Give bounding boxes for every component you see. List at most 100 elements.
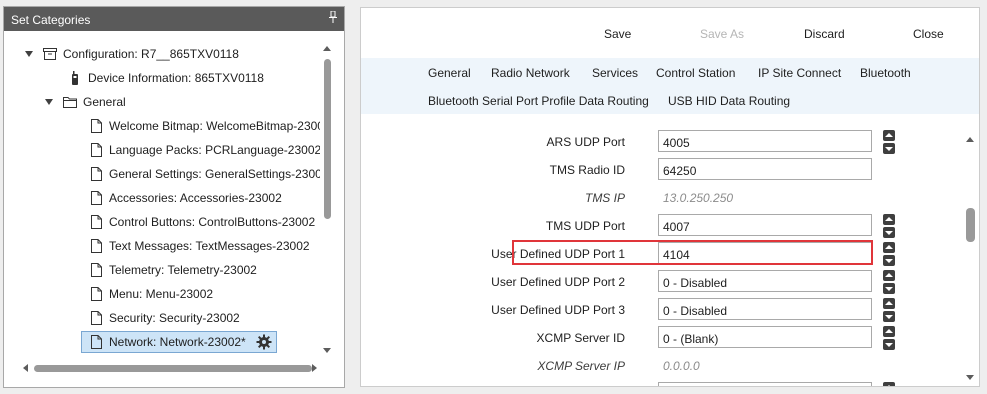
document-icon (91, 143, 102, 157)
tree-item-language-packs[interactable]: Language Packs: PCRLanguage-23002 (88, 139, 321, 161)
xcmp-server-id-spinner[interactable] (883, 326, 895, 350)
tree-item-label: Telemetry: Telemetry-23002 (109, 263, 257, 277)
scroll-down-arrow-icon[interactable] (966, 375, 974, 380)
document-icon (91, 335, 102, 349)
ars-udp-port-label: ARS UDP Port (546, 135, 625, 149)
scroll-left-arrow-icon[interactable] (23, 364, 28, 372)
tab-radio-network[interactable]: Radio Network (491, 66, 570, 80)
tms-radio-id-input[interactable] (658, 158, 872, 180)
document-icon (91, 311, 102, 325)
document-icon (91, 119, 102, 133)
tree-item-menu[interactable]: Menu: Menu-23002 (88, 283, 213, 305)
tree-item-label: General (83, 95, 126, 109)
tab-control-station[interactable]: Control Station (656, 66, 735, 80)
scroll-up-arrow-icon[interactable] (323, 46, 331, 51)
gear-icon[interactable] (256, 334, 272, 350)
user-defined-udp-port-3-input[interactable] (658, 298, 872, 320)
tree-vertical-scrollbar[interactable] (320, 41, 335, 359)
scroll-thumb[interactable] (324, 59, 331, 219)
discard-button[interactable]: Discard (804, 27, 845, 41)
scroll-down-arrow-icon[interactable] (323, 348, 331, 353)
tree-item-configuration[interactable]: Configuration: R7__865TXV0118 (24, 43, 239, 65)
user-defined-udp-port-2-label: User Defined UDP Port 2 (491, 275, 625, 289)
xcmp-server-ip-label: XCMP Server IP (537, 359, 625, 373)
expand-chevron-icon[interactable] (24, 49, 34, 59)
next-field-input-partial[interactable] (658, 382, 872, 386)
tree-item-label: Accessories: Accessories-23002 (109, 191, 282, 205)
tab-usb-hid-data-routing[interactable]: USB HID Data Routing (668, 94, 790, 108)
tree-item-network[interactable]: Network: Network-23002* (81, 331, 277, 353)
spin-down-icon[interactable] (883, 339, 895, 350)
spin-up-icon[interactable] (883, 242, 895, 253)
ars-udp-port-input[interactable] (658, 130, 872, 152)
tree-item-label: Control Buttons: ControlButtons-23002 (109, 215, 316, 229)
tms-ip-label: TMS IP (584, 191, 625, 205)
tree-item-text-messages[interactable]: Text Messages: TextMessages-23002 (88, 235, 310, 257)
close-button[interactable]: Close (913, 27, 944, 41)
spin-up-icon[interactable] (883, 130, 895, 141)
tree-item-security[interactable]: Security: Security-23002 (88, 307, 240, 329)
tree-item-telemetry[interactable]: Telemetry: Telemetry-23002 (88, 259, 257, 281)
save-as-button[interactable]: Save As (700, 27, 744, 41)
scroll-right-arrow-icon[interactable] (312, 364, 317, 372)
spin-down-icon[interactable] (883, 311, 895, 322)
toolbar: Save Save As Discard Close (361, 8, 979, 58)
tms-udp-port-input[interactable] (658, 214, 872, 236)
tree-item-general[interactable]: General (44, 91, 126, 113)
tms-udp-port-label: TMS UDP Port (545, 219, 625, 233)
spin-down-icon[interactable] (883, 255, 895, 266)
tms-udp-port-spinner[interactable] (883, 214, 895, 238)
tree-horizontal-scrollbar[interactable] (20, 361, 320, 376)
spin-down-icon[interactable] (883, 227, 895, 238)
document-icon (91, 263, 102, 277)
document-icon (91, 191, 102, 205)
tree-item-general-settings[interactable]: General Settings: GeneralSettings-2300 (88, 163, 322, 185)
tab-general[interactable]: General (428, 66, 471, 80)
tree-item-device-information[interactable]: Device Information: 865TXV0118 (67, 67, 264, 89)
next-field-spinner-partial[interactable] (883, 382, 895, 386)
spin-up-icon[interactable] (883, 298, 895, 309)
tree-item-welcome-bitmap[interactable]: Welcome Bitmap: WelcomeBitmap-2300 (88, 115, 322, 137)
folder-icon (63, 97, 77, 108)
scroll-thumb[interactable] (966, 208, 975, 242)
spin-up-icon[interactable] (883, 382, 895, 386)
user-defined-udp-port-2-spinner[interactable] (883, 270, 895, 294)
expand-chevron-icon[interactable] (44, 97, 54, 107)
tab-services[interactable]: Services (592, 66, 638, 80)
form-vertical-scrollbar[interactable] (963, 132, 978, 386)
user-defined-udp-port-2-input[interactable] (658, 270, 872, 292)
tree-item-label: Text Messages: TextMessages-23002 (109, 239, 310, 253)
tree-item-control-buttons[interactable]: Control Buttons: ControlButtons-23002 (88, 211, 315, 233)
tree-item-label: Welcome Bitmap: WelcomeBitmap-2300 (109, 119, 322, 133)
ars-udp-port-spinner[interactable] (883, 130, 895, 154)
tms-radio-id-label: TMS Radio ID (549, 163, 625, 177)
tab-bluetooth[interactable]: Bluetooth (860, 66, 911, 80)
tree-item-partial[interactable] (88, 355, 109, 357)
category-tree: Configuration: R7__865TXV0118 Device Inf… (4, 41, 322, 357)
scroll-up-arrow-icon[interactable] (966, 137, 974, 142)
tms-ip-value: 13.0.250.250 (663, 191, 734, 205)
tab-strip: General Radio Network Services Control S… (361, 58, 979, 114)
scroll-thumb[interactable] (34, 365, 312, 372)
tab-ip-site-connect[interactable]: IP Site Connect (758, 66, 841, 80)
tab-bluetooth-spp-data-routing[interactable]: Bluetooth Serial Port Profile Data Routi… (428, 94, 649, 108)
save-button[interactable]: Save (604, 27, 631, 41)
tree-item-label: Device Information: 865TXV0118 (88, 71, 264, 85)
user-defined-udp-port-3-label: User Defined UDP Port 3 (491, 303, 625, 317)
pin-icon[interactable] (329, 11, 337, 23)
spin-down-icon[interactable] (883, 283, 895, 294)
spin-down-icon[interactable] (883, 143, 895, 154)
xcmp-server-id-input[interactable] (658, 326, 872, 348)
spin-up-icon[interactable] (883, 326, 895, 337)
spin-up-icon[interactable] (883, 270, 895, 281)
tree-item-accessories[interactable]: Accessories: Accessories-23002 (88, 187, 282, 209)
tree-item-label: Network: Network-23002* (109, 335, 246, 349)
document-icon (91, 215, 102, 229)
spin-up-icon[interactable] (883, 214, 895, 225)
user-defined-udp-port-1-spinner[interactable] (883, 242, 895, 266)
tree-item-label: Language Packs: PCRLanguage-23002 (109, 143, 322, 157)
archive-icon (43, 48, 57, 60)
user-defined-udp-port-3-spinner[interactable] (883, 298, 895, 322)
tree-item-label: Configuration: R7__865TXV0118 (63, 47, 239, 61)
set-categories-panel: Set Categories Configuration: R7__865TXV… (3, 6, 345, 388)
